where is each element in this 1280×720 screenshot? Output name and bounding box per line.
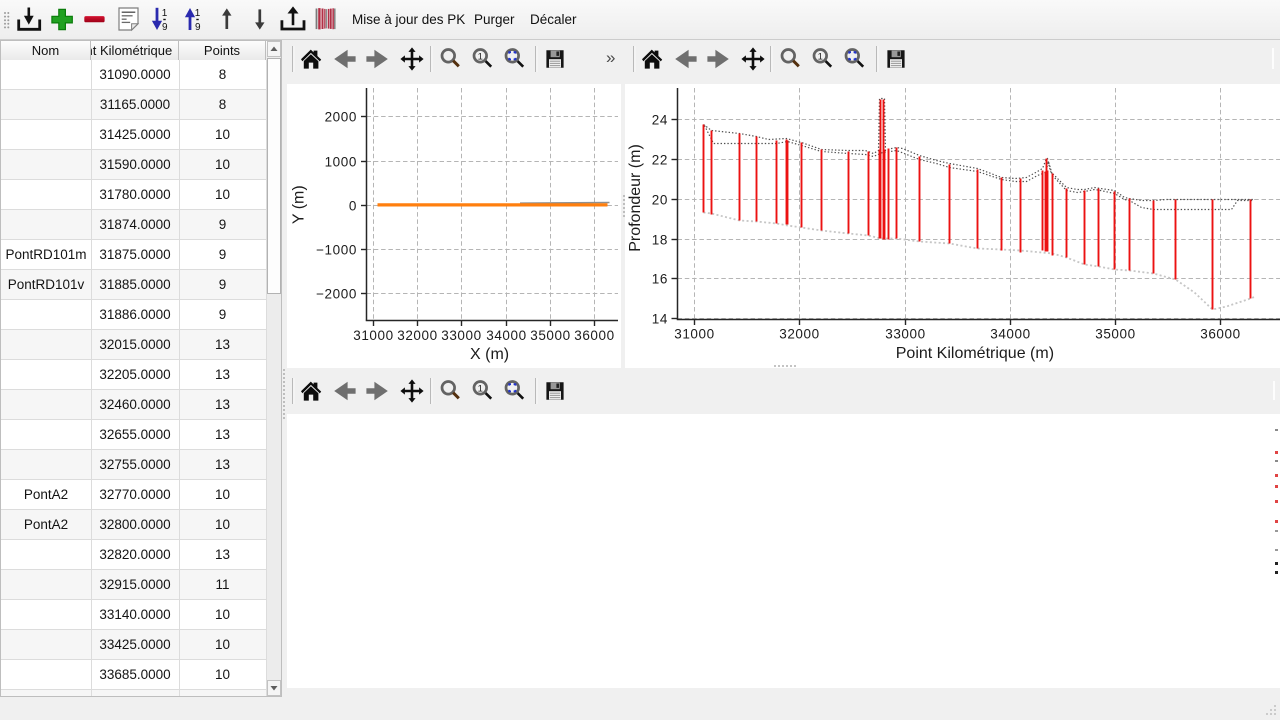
svg-text:33000: 33000 [885, 327, 926, 342]
svg-text:Point Kilométrique (m): Point Kilométrique (m) [896, 345, 1054, 362]
svg-text:22: 22 [652, 152, 668, 167]
svg-text:31000: 31000 [353, 328, 394, 343]
svg-text:33000: 33000 [441, 328, 482, 343]
svg-text:−1000: −1000 [316, 242, 357, 257]
svg-text:14: 14 [652, 311, 668, 326]
svg-text:1000: 1000 [325, 154, 357, 169]
svg-text:35000: 35000 [1095, 327, 1136, 342]
svg-text:18: 18 [652, 232, 668, 247]
svg-text:31000: 31000 [674, 327, 715, 342]
svg-text:35000: 35000 [530, 328, 571, 343]
svg-text:X (m): X (m) [470, 346, 509, 363]
svg-text:16: 16 [652, 271, 668, 286]
svg-text:24: 24 [652, 112, 668, 127]
svg-text:36000: 36000 [574, 328, 615, 343]
svg-text:32000: 32000 [397, 328, 438, 343]
svg-text:Profondeur (m): Profondeur (m) [627, 144, 644, 252]
svg-text:34000: 34000 [486, 328, 527, 343]
svg-text:Y (m): Y (m) [291, 185, 308, 224]
svg-text:36000: 36000 [1200, 327, 1241, 342]
svg-text:20: 20 [652, 192, 668, 207]
svg-text:0: 0 [349, 198, 357, 213]
svg-text:32000: 32000 [779, 327, 820, 342]
svg-text:−2000: −2000 [316, 286, 357, 301]
svg-text:34000: 34000 [990, 327, 1031, 342]
svg-text:2000: 2000 [325, 109, 357, 124]
